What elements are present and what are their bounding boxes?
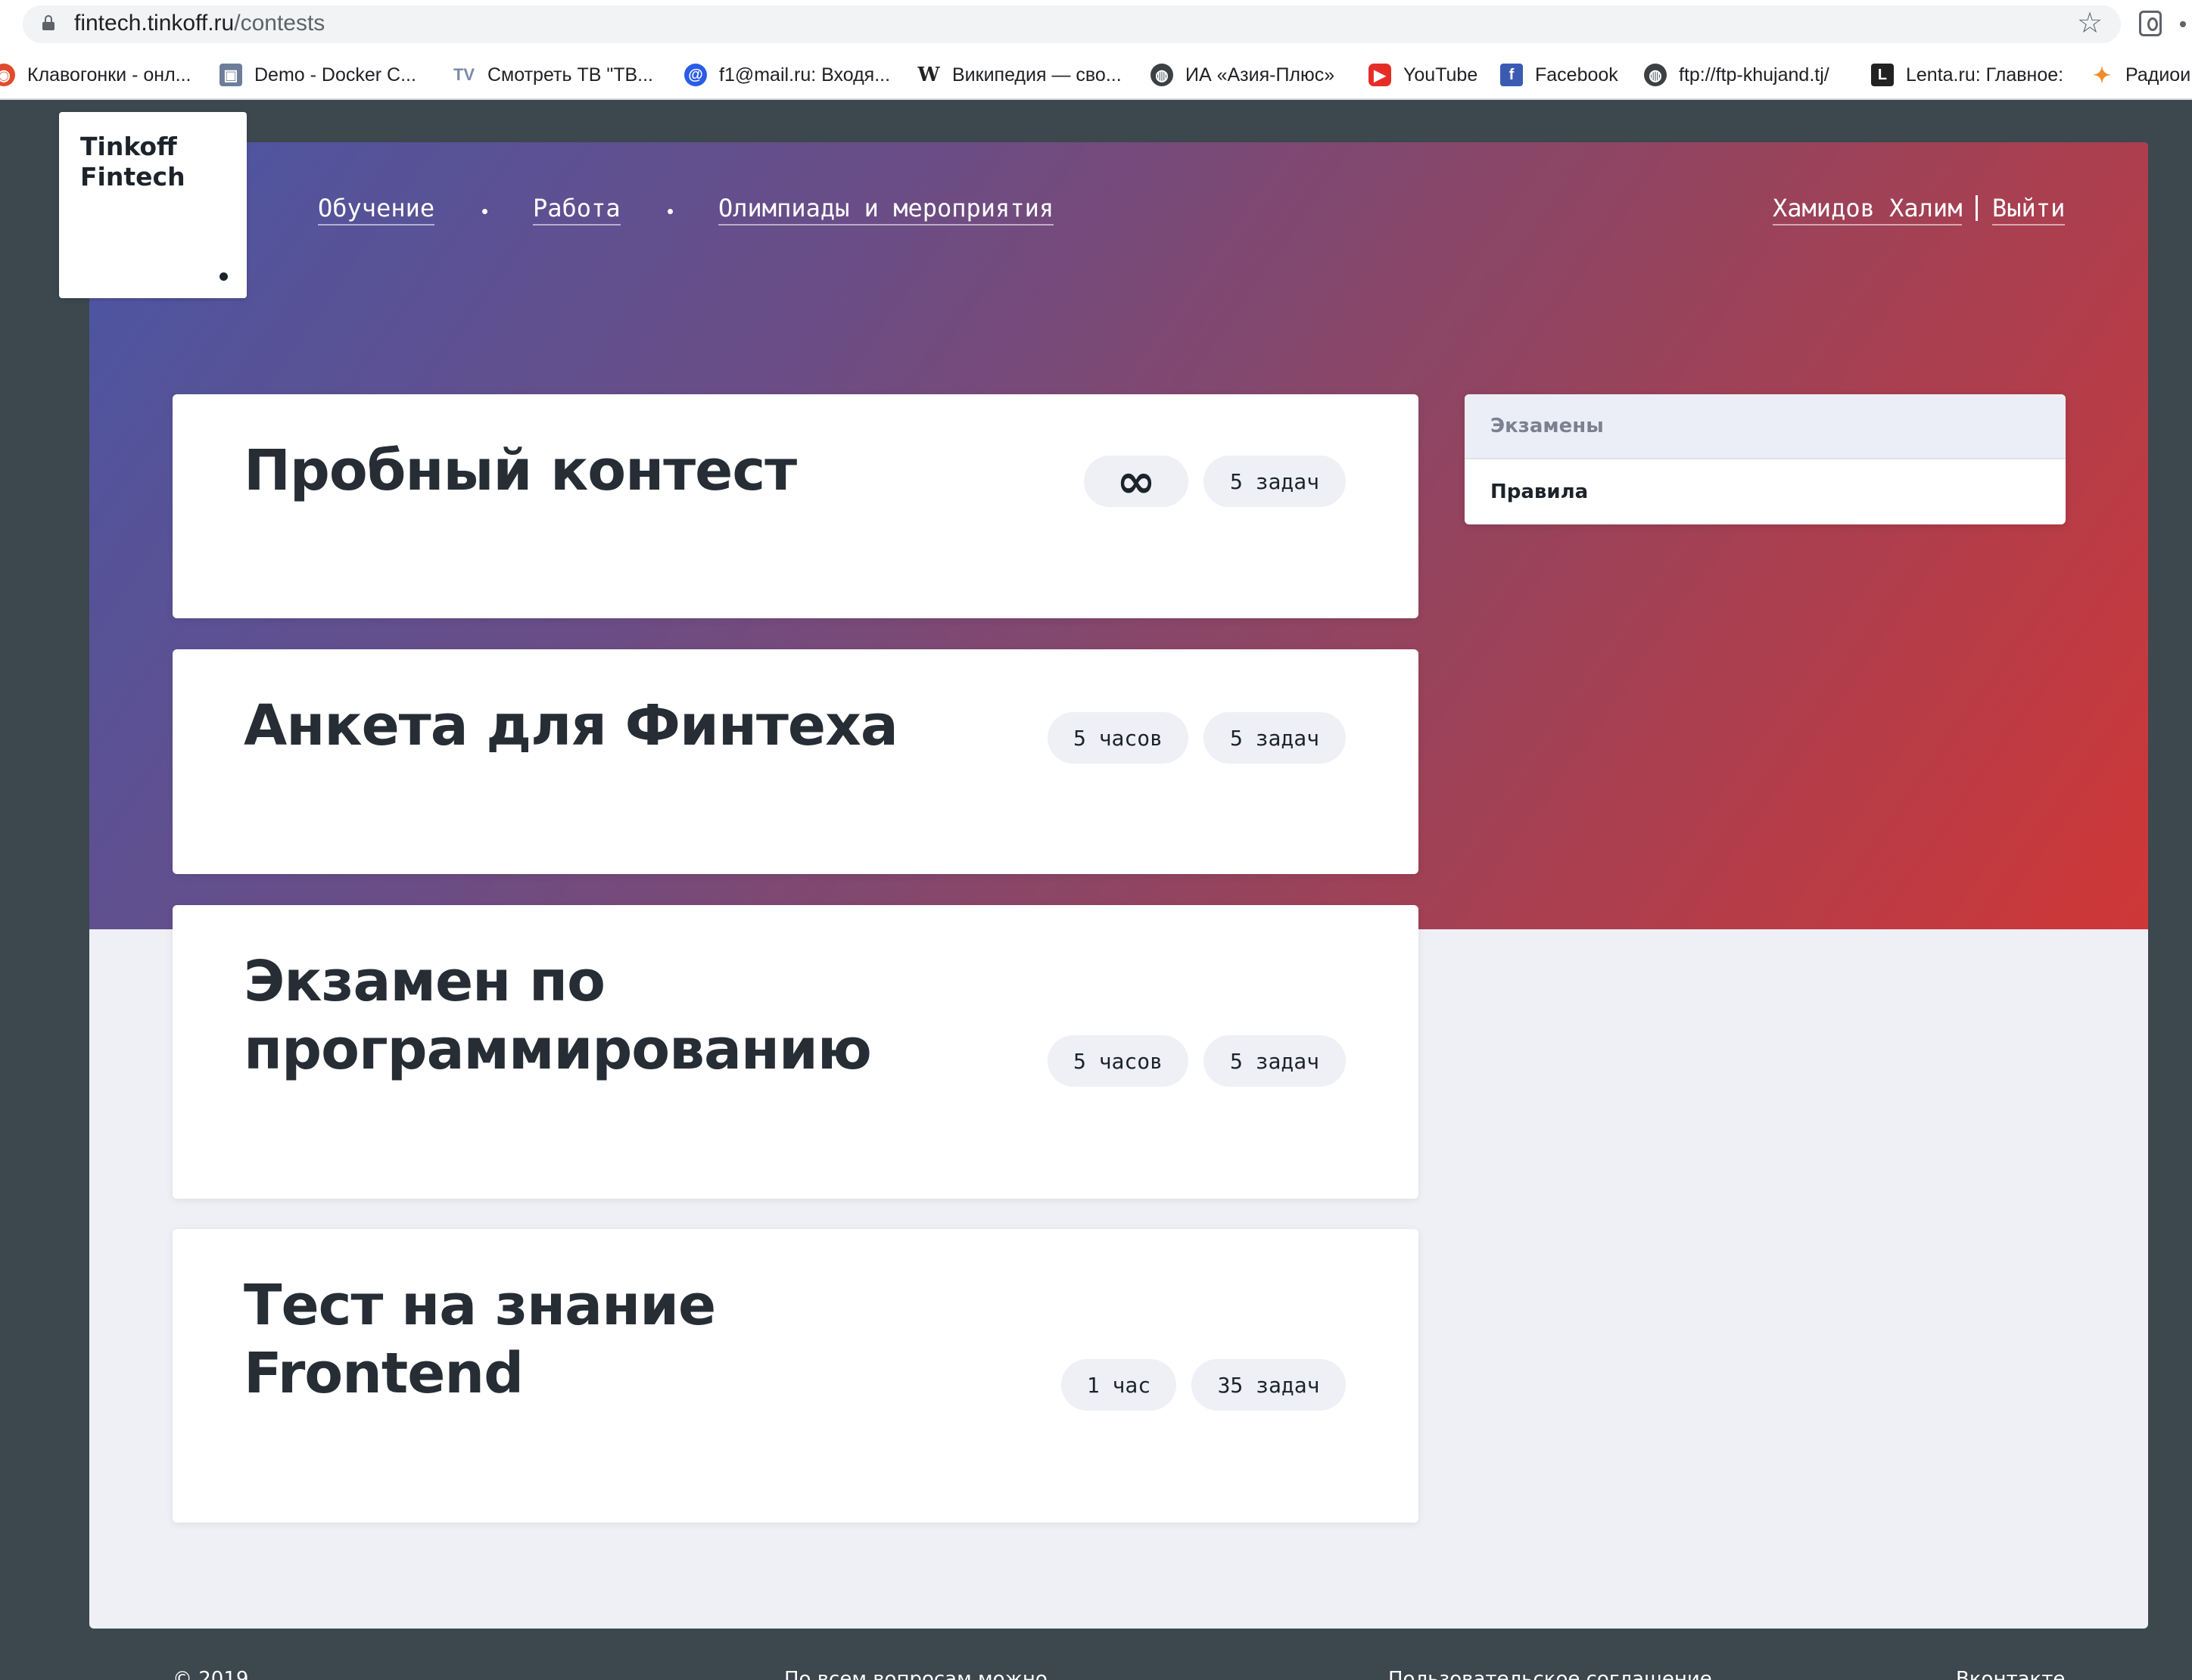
- url-text[interactable]: fintech.tinkoff.ru/contests: [74, 11, 325, 36]
- footer-vk-link[interactable]: Вконтакте: [1956, 1668, 2065, 1680]
- duration-badge: 5 часов: [1048, 712, 1188, 764]
- bookmark-asia-plus[interactable]: ◍ ИА «Азия-Плюс»: [1150, 61, 1334, 89]
- sidebar-menu: Экзамены Правила: [1465, 394, 2066, 524]
- bookmark-youtube[interactable]: ▶ YouTube: [1368, 61, 1477, 89]
- duration-badge: 5 часов: [1048, 1035, 1188, 1087]
- bookmark-facebook[interactable]: f Facebook: [1500, 61, 1618, 89]
- contest-title-line: Тест на знание: [244, 1273, 716, 1338]
- task-count-badge: 5 задач: [1203, 1035, 1346, 1087]
- contest-title: Пробный контест: [244, 437, 797, 505]
- logo-text: Tinkoff Fintech: [80, 132, 185, 192]
- bookmark-label: ИА «Азия-Плюс»: [1185, 64, 1335, 86]
- contest-title-line: программированию: [244, 1017, 872, 1082]
- bookmark-star-icon[interactable]: ☆: [2077, 8, 2103, 38]
- bookmark-lenta[interactable]: L Lenta.ru: Главное:: [1871, 61, 2063, 89]
- contest-title-line: Анкета для Финтеха: [244, 693, 898, 758]
- contest-title-line: Frontend: [244, 1341, 524, 1406]
- facebook-icon: f: [1500, 64, 1523, 86]
- bookmark-tv[interactable]: TV Смотреть ТВ "ТВ...: [453, 61, 653, 89]
- nav-work[interactable]: Работа: [533, 194, 621, 226]
- bookmark-label: Facebook: [1535, 64, 1618, 86]
- wikipedia-icon: W: [917, 64, 940, 86]
- logo-line-2: Fintech: [80, 162, 185, 191]
- user-profile-link[interactable]: Хамидов Халим: [1773, 194, 1963, 226]
- contest-title-line: Экзамен по: [244, 949, 606, 1014]
- mail-icon: @: [684, 64, 707, 86]
- footer-copyright: © 2019: [173, 1668, 249, 1680]
- bookmark-klavogonki[interactable]: ◉ Клавогонки - онл...: [0, 61, 191, 89]
- task-count-badge: 5 задач: [1203, 712, 1346, 764]
- nav-separator-dot: [482, 209, 487, 214]
- nav-separator-dot: [668, 209, 673, 214]
- car-icon: ◉: [0, 64, 15, 86]
- bookmark-label: Смотреть ТВ "ТВ...: [487, 64, 653, 86]
- nav-education[interactable]: Обучение: [318, 194, 435, 226]
- footer-user-agreement-link[interactable]: Пользовательское соглашение: [1388, 1668, 1712, 1680]
- extension-icon[interactable]: [2139, 11, 2162, 36]
- sidebar-item-rules[interactable]: Правила: [1465, 459, 2066, 524]
- bookmark-label: YouTube: [1403, 64, 1478, 86]
- contest-title: Экзамен по программированию: [244, 947, 872, 1084]
- nav-olympiads-events[interactable]: Олимпиады и мероприятия: [718, 194, 1054, 226]
- bookmarks-bar: ◉ Клавогонки - онл... ▣ Demo - Docker C...…: [0, 50, 2192, 100]
- sidebar-item-exams[interactable]: Экзамены: [1465, 394, 2066, 459]
- docker-icon: ▣: [220, 64, 242, 86]
- task-count-badge: 5 задач: [1203, 456, 1346, 507]
- youtube-icon: ▶: [1368, 64, 1391, 86]
- bookmark-label: f1@mail.ru: Входя...: [719, 64, 891, 86]
- bookmark-label: Радиои: [2125, 64, 2191, 86]
- contest-card[interactable]: Анкета для Финтеха 5 часов 5 задач: [173, 649, 1418, 874]
- contest-title: Тест на знание Frontend: [244, 1271, 716, 1408]
- browser-address-bar: fintech.tinkoff.ru/contests ☆: [0, 0, 2192, 50]
- duration-badge: 1 час: [1061, 1359, 1176, 1411]
- bookmark-label: Lenta.ru: Главное:: [1906, 64, 2064, 86]
- bookmark-docker[interactable]: ▣ Demo - Docker C...: [220, 61, 416, 89]
- lock-icon[interactable]: [42, 15, 54, 30]
- task-count-badge: 35 задач: [1191, 1359, 1346, 1411]
- bookmark-ftp[interactable]: ◍ ftp://ftp-khujand.tj/: [1644, 61, 1829, 89]
- footer-contact: По всем вопросам можно: [784, 1668, 1048, 1680]
- contest-title-line: Пробный контест: [244, 438, 797, 503]
- user-separator: [1976, 195, 1978, 221]
- bookmark-label: Demo - Docker C...: [254, 64, 416, 86]
- infinity-duration-badge: ∞: [1084, 456, 1188, 507]
- contest-card[interactable]: Пробный контест ∞ 5 задач: [173, 394, 1418, 618]
- bookmark-wikipedia[interactable]: W Википедия — сво...: [917, 61, 1122, 89]
- contest-card[interactable]: Экзамен по программированию 5 часов 5 за…: [173, 905, 1418, 1199]
- bookmark-mail[interactable]: @ f1@mail.ru: Входя...: [684, 61, 890, 89]
- bookmark-label: Клавогонки - онл...: [27, 64, 191, 86]
- contest-card[interactable]: Тест на знание Frontend 1 час 35 задач: [173, 1229, 1418, 1523]
- globe-icon: ◍: [1644, 64, 1667, 86]
- tv-icon: TV: [453, 64, 475, 86]
- bookmark-label: ftp://ftp-khujand.tj/: [1679, 64, 1829, 86]
- radio-icon: ✦: [2091, 64, 2113, 87]
- url-field[interactable]: [23, 5, 2121, 43]
- url-host: fintech.tinkoff.ru: [74, 11, 235, 36]
- logout-link[interactable]: Выйти: [1992, 194, 2066, 226]
- bookmark-label: Википедия — сво...: [952, 64, 1122, 86]
- url-path: /contests: [234, 11, 325, 36]
- contest-title: Анкета для Финтеха: [244, 692, 898, 760]
- extension-partial-icon[interactable]: [2180, 21, 2186, 27]
- globe-icon: ◍: [1150, 64, 1173, 86]
- tinkoff-fintech-logo[interactable]: Tinkoff Fintech: [59, 112, 247, 298]
- lenta-icon: L: [1871, 64, 1894, 86]
- logo-line-1: Tinkoff: [80, 132, 177, 161]
- logo-dot: [220, 272, 228, 281]
- bookmark-radio[interactable]: ✦ Радиои: [2091, 61, 2190, 89]
